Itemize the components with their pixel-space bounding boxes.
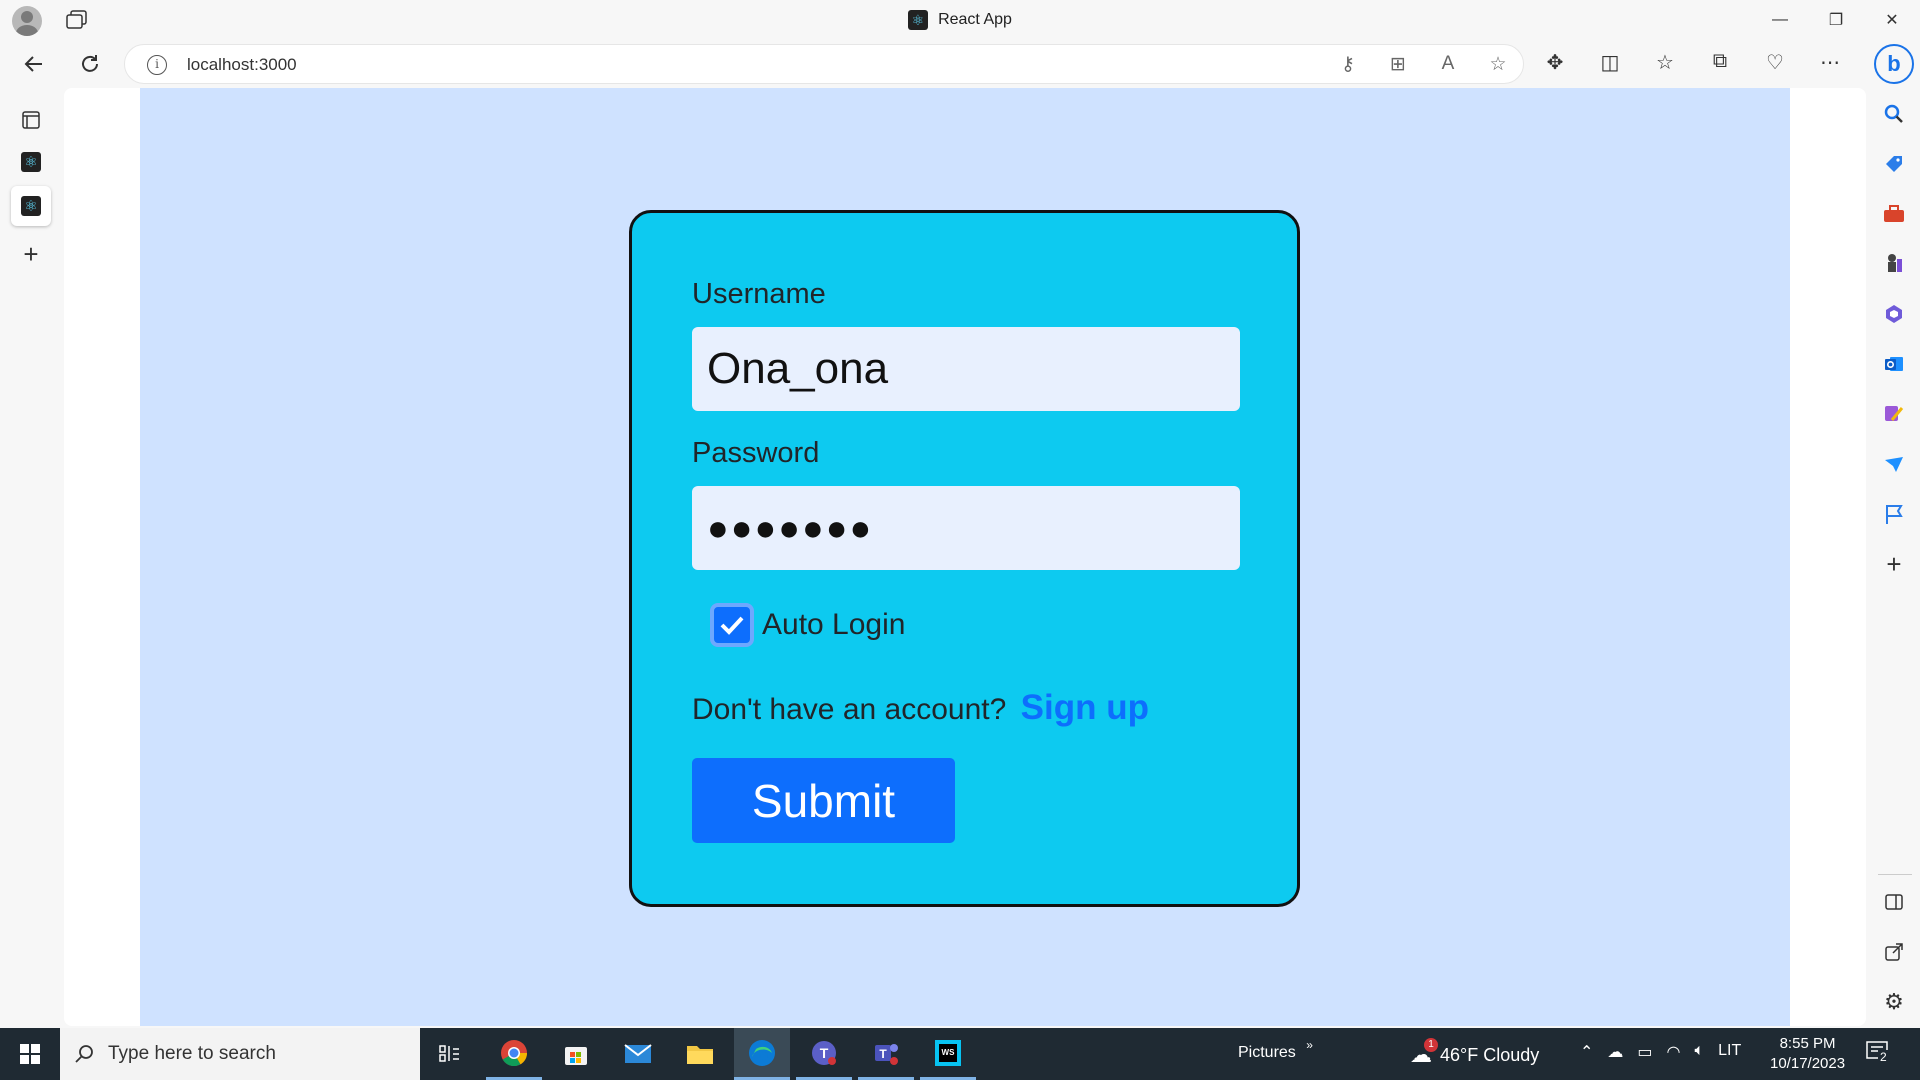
windows-taskbar: Type here to search T T WS Pictures » ☁ 1… [0, 1028, 1920, 1080]
battery-icon[interactable]: ▭ [1637, 1042, 1652, 1062]
mail-icon[interactable] [610, 1028, 666, 1080]
language-indicator[interactable]: LIT [1718, 1042, 1741, 1062]
search-icon [75, 1045, 93, 1063]
outlook-icon[interactable] [1882, 352, 1906, 376]
edge-icon[interactable] [734, 1028, 790, 1080]
teams-work-icon[interactable]: T [858, 1028, 914, 1080]
close-button[interactable]: ✕ [1864, 0, 1920, 40]
bing-copilot-icon[interactable]: b [1874, 44, 1914, 84]
username-label: Username [692, 278, 826, 310]
chess-icon[interactable] [1882, 252, 1906, 276]
task-view-icon[interactable] [422, 1028, 478, 1080]
svg-text:WS: WS [942, 1048, 956, 1057]
volume-icon[interactable]: 🔈︎ [1695, 1042, 1705, 1062]
window-title: ⚛ React App [0, 10, 1920, 30]
onedrive-icon[interactable]: ☁ [1607, 1042, 1623, 1062]
external-icon[interactable] [1882, 940, 1906, 964]
weather-widget[interactable]: ☁ 1 46°F Cloudy [1410, 1038, 1539, 1068]
search-placeholder[interactable]: Type here to search [108, 1043, 276, 1065]
tag-icon[interactable] [1882, 152, 1906, 176]
send-icon[interactable] [1882, 452, 1906, 476]
tab-react-app-2[interactable]: ⚛ [11, 186, 51, 226]
windows-icon [20, 1044, 40, 1064]
office-icon[interactable] [1882, 302, 1906, 326]
address-bar[interactable]: i localhost:3000 ⚷ ⊞ A ☆ [124, 44, 1524, 84]
collections-icon[interactable]: ⧉ [1705, 50, 1735, 75]
start-button[interactable] [0, 1028, 60, 1080]
password-label: Password [692, 437, 820, 469]
clock-time: 8:55 PM [1779, 1035, 1836, 1052]
react-icon: ⚛ [21, 152, 41, 172]
extensions-icon[interactable]: ✥ [1540, 50, 1570, 75]
notification-count: 2 [1878, 1050, 1889, 1064]
favorite-star-icon[interactable]: ☆ [1487, 53, 1509, 76]
pictures-label[interactable]: Pictures [1238, 1044, 1296, 1061]
cloud-icon: ☁ 1 [1410, 1038, 1438, 1068]
navigation-bar: i localhost:3000 ⚷ ⊞ A ☆ ✥ ◫ ☆ ⧉ ♡ ⋯ [0, 40, 1920, 88]
title-bar: ⚛ React App — ❐ ✕ [0, 0, 1920, 40]
react-icon: ⚛ [21, 196, 41, 216]
flag-icon[interactable] [1882, 502, 1906, 526]
split-icon[interactable] [1882, 890, 1906, 914]
restore-button[interactable]: ❐ [1808, 0, 1864, 40]
pictures-toolbar[interactable]: Pictures » [1238, 1038, 1313, 1062]
signup-link[interactable]: Sign up [1021, 688, 1149, 727]
submit-button[interactable]: Submit [692, 758, 955, 843]
more-menu-icon[interactable]: ⋯ [1815, 50, 1845, 75]
notifications-icon[interactable]: 2 [1866, 1040, 1890, 1068]
checkmark-icon [720, 616, 744, 635]
browser-essentials-icon[interactable]: ♡ [1760, 50, 1790, 75]
webstorm-icon[interactable]: WS [920, 1028, 976, 1080]
refresh-button[interactable] [72, 46, 108, 82]
settings-icon[interactable]: ⚙ [1882, 989, 1906, 1014]
svg-text:T: T [879, 1047, 887, 1061]
react-icon: ⚛ [908, 10, 929, 30]
chrome-icon[interactable] [486, 1028, 542, 1080]
read-aloud-icon[interactable]: A [1437, 53, 1459, 76]
url-text[interactable]: localhost:3000 [187, 55, 297, 75]
tab-actions-icon[interactable] [11, 100, 51, 140]
window-title-text: React App [938, 11, 1012, 28]
split-screen-icon[interactable]: ◫ [1595, 50, 1625, 75]
add-icon[interactable]: + [1882, 549, 1906, 579]
favorites-icon[interactable]: ☆ [1650, 50, 1680, 75]
account-prompt-text: Don't have an account? [692, 693, 1007, 726]
login-card: Username Ona_ona Password ●●●●●●● Auto L… [629, 210, 1300, 907]
taskbar-search[interactable]: Type here to search [60, 1028, 420, 1080]
edge-sidebar: + ⚙ [1868, 88, 1920, 1028]
designer-icon[interactable] [1882, 402, 1906, 426]
new-tab-button[interactable]: + [11, 234, 51, 274]
clock-date: 10/17/2023 [1770, 1055, 1846, 1072]
site-info-icon[interactable]: i [147, 55, 167, 75]
password-key-icon[interactable]: ⚷ [1337, 53, 1359, 76]
search-icon[interactable] [1882, 102, 1906, 126]
microsoft-store-icon[interactable] [548, 1028, 604, 1080]
clock[interactable]: 8:55 PM 10/17/2023 [1770, 1034, 1845, 1074]
signup-prompt: Don't have an account? Sign up [692, 688, 1149, 728]
vertical-tab-strip: ⚛ ⚛ + [0, 88, 62, 1028]
app-available-icon[interactable]: ⊞ [1387, 53, 1409, 76]
wifi-icon[interactable]: ◠ [1667, 1042, 1681, 1062]
page-background: Username Ona_ona Password ●●●●●●● Auto L… [140, 88, 1790, 1026]
chevron-up-icon[interactable]: ⌃ [1580, 1042, 1593, 1062]
toolbox-icon[interactable] [1882, 202, 1906, 226]
teams-icon[interactable]: T [796, 1028, 852, 1080]
tab-react-app-1[interactable]: ⚛ [11, 142, 51, 182]
weather-badge: 1 [1424, 1038, 1438, 1052]
sidebar-divider [1878, 874, 1912, 875]
auto-login-checkbox[interactable] [710, 603, 754, 647]
auto-login-row[interactable]: Auto Login [710, 603, 905, 647]
password-input[interactable]: ●●●●●●● [692, 486, 1240, 570]
username-input[interactable]: Ona_ona [692, 327, 1240, 411]
weather-text[interactable]: 46°F Cloudy [1440, 1045, 1539, 1066]
chevron-right-icon[interactable]: » [1306, 1038, 1313, 1052]
svg-text:T: T [820, 1045, 829, 1061]
file-explorer-icon[interactable] [672, 1028, 728, 1080]
browser-viewport: Username Ona_ona Password ●●●●●●● Auto L… [64, 88, 1866, 1026]
system-tray: ⌃ ☁ ▭ ◠ 🔈︎ LIT [1580, 1042, 1741, 1062]
auto-login-label[interactable]: Auto Login [762, 608, 905, 642]
minimize-button[interactable]: — [1752, 0, 1808, 40]
back-button[interactable] [16, 46, 52, 82]
